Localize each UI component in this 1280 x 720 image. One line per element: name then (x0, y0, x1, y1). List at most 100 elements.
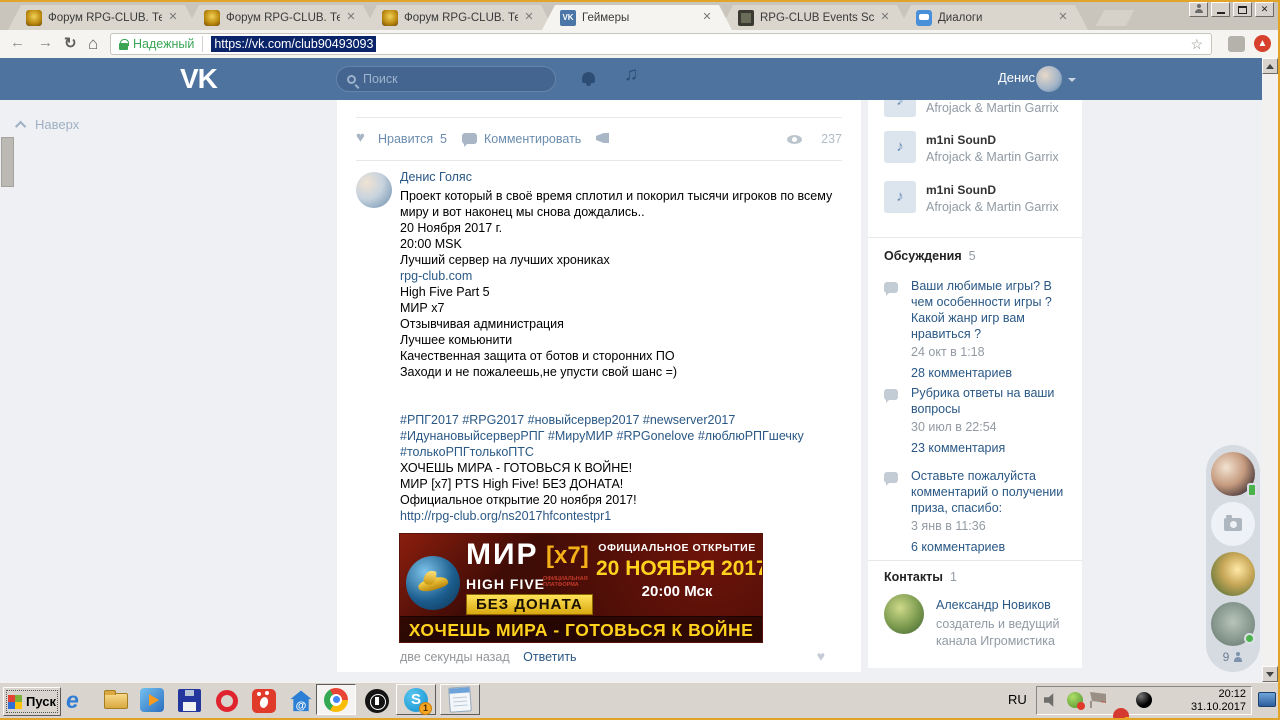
scrollbar-thumb[interactable] (1, 137, 14, 187)
refresh-icon[interactable]: ↻ (64, 34, 77, 52)
music-title[interactable]: m1ni SounD (926, 183, 996, 197)
browser-tab-forum-3[interactable]: Форум RPG-CLUB. Тема: М ✕ (364, 5, 554, 30)
minimize-button[interactable] (1211, 2, 1230, 17)
mail-agent-icon[interactable]: @ (288, 688, 314, 714)
bookmark-star-icon[interactable]: ☆ (1190, 36, 1203, 53)
tab-close-icon[interactable]: ✕ (522, 11, 536, 25)
comment-link[interactable]: http://rpg-club.org/ns2017hfcontestpr1 (400, 508, 848, 524)
header-user-name[interactable]: Денис (998, 70, 1035, 85)
share-megaphone-icon[interactable] (596, 133, 609, 143)
address-bar[interactable]: Надежный https://vk.com/club90493093 ☆ (110, 33, 1212, 55)
url-text-selected[interactable]: https://vk.com/club90493093 (211, 36, 377, 52)
triangle-down-icon (1266, 671, 1274, 677)
promo-banner-image[interactable]: МИР [x7] HIGH FIVE ОФИЦИАЛЬНАЯ ПЛАТФОРМА… (399, 533, 763, 643)
browser-tab-events[interactable]: RPG-CLUB Events Screensh ✕ (720, 5, 910, 30)
maximize-button[interactable] (1233, 2, 1252, 17)
chrome-taskbar-button[interactable] (316, 684, 356, 715)
search-input[interactable]: Поиск (336, 66, 556, 92)
internet-explorer-icon[interactable]: e (66, 688, 92, 714)
profile-button[interactable] (1189, 2, 1208, 17)
tab-close-icon[interactable]: ✕ (1056, 11, 1070, 25)
like-button[interactable]: Нравится (378, 132, 433, 146)
person-icon (1195, 4, 1203, 13)
vk-logo[interactable]: VK (180, 63, 218, 95)
address-separator (202, 36, 204, 52)
views-count: 237 (821, 132, 842, 146)
discussion-comments-count[interactable]: 28 комментариев (911, 366, 1068, 380)
opera-icon[interactable] (214, 688, 240, 714)
scroll-down-button[interactable] (1262, 666, 1278, 682)
comment-author-avatar[interactable] (356, 172, 392, 208)
footprint-app-icon[interactable] (251, 688, 277, 714)
extension-red-icon[interactable]: ▲ (1254, 35, 1271, 52)
start-button[interactable]: Пуск (3, 687, 61, 716)
scroll-up-button[interactable] (1262, 58, 1278, 74)
tab-title: Диалоги (938, 11, 983, 24)
friend-avatar[interactable] (1211, 602, 1255, 646)
notifications-bell-icon[interactable] (582, 72, 595, 86)
show-desktop-button[interactable] (1258, 692, 1276, 707)
comment-like-heart-icon[interactable]: ♥ (817, 648, 825, 664)
discussion-item[interactable]: Рубрика ответы на ваши вопросы 30 июл в … (884, 385, 1068, 455)
scrollbar[interactable] (1262, 58, 1278, 682)
tab-close-icon[interactable]: ✕ (344, 11, 358, 25)
discussion-title[interactable]: Оставьте пожалуйста комментарий о получе… (911, 468, 1068, 516)
sphere-tray-icon[interactable] (1136, 692, 1152, 708)
floppy-save-icon[interactable] (177, 688, 203, 714)
back-to-top-link[interactable]: Наверх (14, 117, 79, 132)
like-heart-icon[interactable]: ♥ (356, 129, 365, 146)
chevron-down-icon[interactable] (1068, 78, 1076, 82)
tab-close-icon[interactable]: ✕ (700, 11, 714, 25)
friend-avatar[interactable] (1211, 452, 1257, 497)
browser-tab-gamers-active[interactable]: VK Геймеры ✕ (542, 5, 732, 30)
browser-tab-forum-2[interactable]: Форум RPG-CLUB. Тема: М ✕ (186, 5, 376, 30)
browser-tab-forum-1[interactable]: Форум RPG-CLUB. Тема: R ✕ (8, 5, 198, 30)
discussion-item[interactable]: Ваши любимые игры? В чем особенности игр… (884, 278, 1068, 380)
hashtag-line[interactable]: #толькоРПГтолькоПТС (400, 444, 848, 460)
clock[interactable]: 20:12 31.10.2017 (1180, 688, 1246, 714)
contacts-header[interactable]: Контакты 1 (884, 570, 957, 584)
discussion-item[interactable]: Оставьте пожалуйста комментарий о получе… (884, 468, 1068, 554)
discussion-bubble-icon (884, 282, 898, 296)
language-indicator[interactable]: RU (1008, 692, 1027, 707)
comment-bubble-icon[interactable] (462, 133, 477, 147)
close-button[interactable]: ✕ (1255, 2, 1274, 17)
camera-button[interactable] (1211, 502, 1255, 546)
clock-date: 31.10.2017 (1190, 701, 1246, 713)
folder-icon[interactable] (103, 688, 129, 714)
music-artist[interactable]: Afrojack & Martin Garrix (926, 101, 1059, 115)
antivirus-tray-icon[interactable] (1067, 692, 1085, 710)
extension-icon[interactable] (1228, 36, 1245, 52)
browser-tab-dialogs[interactable]: Диалоги ✕ (898, 5, 1088, 30)
discussions-header[interactable]: Обсуждения 5 (884, 249, 976, 263)
emblem-app-icon[interactable] (364, 688, 390, 714)
friend-avatar[interactable] (1211, 552, 1255, 596)
media-player-icon[interactable] (140, 688, 166, 714)
hashtag-line[interactable]: #ИдунановыйсерверРПГ #МируМИР #RPGonelov… (400, 428, 848, 444)
comment-author-name[interactable]: Денис Голяс (400, 170, 472, 184)
header-user-avatar[interactable] (1036, 66, 1062, 92)
music-title[interactable]: m1ni SounD (926, 133, 996, 147)
discussion-comments-count[interactable]: 23 комментария (911, 441, 1068, 455)
contact-name[interactable]: Александр Новиков (936, 598, 1051, 612)
reply-button[interactable]: Ответить (523, 650, 576, 664)
discussion-comments-count[interactable]: 6 комментариев (911, 540, 1068, 554)
tab-close-icon[interactable]: ✕ (166, 11, 180, 25)
new-tab-button[interactable] (1095, 10, 1135, 26)
music-note-icon: ♪ (884, 100, 916, 117)
discussion-title[interactable]: Ваши любимые игры? В чем особенности игр… (911, 278, 1068, 342)
hashtag-line[interactable]: #РПГ2017 #RPG2017 #новыйсервер2017 #news… (400, 412, 848, 428)
forward-icon[interactable]: → (38, 34, 53, 51)
skype-taskbar-button[interactable]: S1 (396, 684, 436, 715)
comment-button[interactable]: Комментировать (484, 132, 581, 146)
contact-avatar[interactable] (884, 594, 924, 634)
comment-time: две секунды назад (400, 650, 510, 664)
friends-count[interactable]: 9 (1206, 650, 1260, 664)
home-icon[interactable]: ⌂ (88, 34, 98, 54)
back-icon[interactable]: ← (10, 34, 25, 51)
music-icon[interactable]: ♫ (624, 64, 638, 86)
comment-link[interactable]: rpg-club.com (400, 268, 848, 284)
tab-close-icon[interactable]: ✕ (878, 11, 892, 25)
notepad-taskbar-button[interactable] (440, 684, 480, 715)
discussion-title[interactable]: Рубрика ответы на ваши вопросы (911, 385, 1068, 417)
